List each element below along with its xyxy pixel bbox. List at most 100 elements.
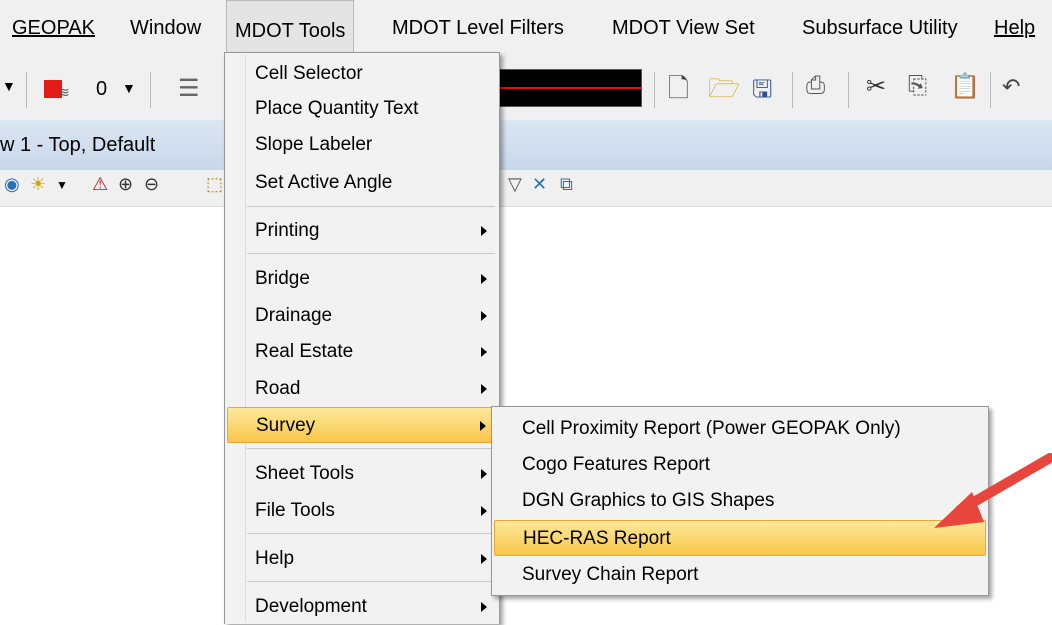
print-icon[interactable]: ⎙ [806,72,825,100]
menu-window-label: Window [130,17,202,39]
menu-item-cell-selector[interactable]: Cell Selector [227,56,497,92]
view-dropdown-icon[interactable]: ▼ [56,178,68,192]
submenu-item-survey-chain-report[interactable]: Survey Chain Report [494,557,986,593]
menu-item-road[interactable]: Road [227,371,497,407]
survey-submenu: Cell Proximity Report (Power GEOPAK Only… [491,406,989,596]
menu-item-development[interactable]: Development [227,589,497,625]
menu-window[interactable]: Window [124,14,207,42]
save-icon[interactable]: 🖫 [752,72,772,113]
paste-icon[interactable]: 📋 [950,72,980,101]
mdot-tools-menu: Cell Selector Place Quantity Text Slope … [224,52,500,624]
cut-icon[interactable]: ✂ [866,72,886,101]
menu-help-label: Help [994,17,1036,39]
menu-geopak[interactable]: GEOPAK [6,14,101,42]
lighting-icon[interactable]: ☀ [30,174,46,195]
zoom-out-icon[interactable]: ⊖ [144,174,159,195]
line-weight-preview[interactable] [497,69,642,107]
submenu-arrow-icon [481,506,487,516]
menu-item-survey[interactable]: Survey [227,407,497,443]
menu-help[interactable]: Help [988,14,1041,42]
menu-item-file-tools[interactable]: File Tools [227,493,497,529]
update-view-icon[interactable]: ⚠ [92,174,108,195]
menu-subsurface-utility-label: Subsurface Utility [802,17,958,39]
line-preview [498,87,641,89]
menu-item-label: Slope Labeler [255,134,373,155]
clip-volume-icon[interactable]: ▽ [508,174,522,195]
menu-bar: GEOPAK Window MDOT Tools MDOT Level Filt… [0,0,1052,61]
undo-icon[interactable]: ↶ [1002,74,1020,100]
new-file-icon[interactable]: 🗋 [668,70,689,114]
menu-item-set-active-angle[interactable]: Set Active Angle [227,165,497,201]
toolbar-separator [150,72,151,108]
menu-mdot-level-filters[interactable]: MDOT Level Filters [386,14,570,42]
menu-item-label: Cell Selector [255,63,363,84]
menu-item-label: Help [255,548,295,569]
menu-item-bridge[interactable]: Bridge [227,261,497,297]
submenu-item-hec-ras-report[interactable]: HEC-RAS Report [494,520,986,556]
menu-item-real-estate[interactable]: Real Estate [227,334,497,370]
submenu-arrow-icon [481,274,487,284]
submenu-item-dgn-graphics-to-gis-shapes[interactable]: DGN Graphics to GIS Shapes [494,483,986,519]
menu-separator [247,448,495,449]
toolbar-separator [990,72,991,108]
submenu-arrow-icon [481,469,487,479]
menu-item-help[interactable]: Help [227,541,497,577]
submenu-item-label: HEC-RAS Report [523,528,671,549]
menu-item-label: Place Quantity Text [255,98,419,119]
level-dropdown-icon[interactable]: ▼ [122,80,136,96]
dropdown-arrow-icon[interactable]: ▼ [2,78,16,94]
menu-item-label: Development [255,596,367,617]
menu-item-slope-labeler[interactable]: Slope Labeler [227,127,497,163]
menu-item-label: Drainage [255,305,333,326]
menu-item-label: Real Estate [255,341,354,362]
layer-icon: ≋ [58,84,70,100]
submenu-item-label: DGN Graphics to GIS Shapes [522,490,775,511]
view-attributes-icon[interactable]: ◉ [4,174,20,195]
menu-separator [247,581,495,582]
open-folder-icon[interactable]: 🗁 [708,70,740,114]
line-style-icon[interactable]: ☰ [178,74,200,103]
clip-mask-icon[interactable]: ✕ [532,174,547,195]
submenu-item-label: Survey Chain Report [522,564,699,585]
view-title-bar: w 1 - Top, Default [0,120,1052,171]
zoom-in-icon[interactable]: ⊕ [118,174,133,195]
menu-separator [247,206,495,207]
toolbar-separator [792,72,793,108]
toolbar-separator [848,72,849,108]
submenu-arrow-icon [481,554,487,564]
level-value[interactable]: 0 [96,78,107,101]
menu-mdot-tools-label: MDOT Tools [235,20,346,42]
menu-mdot-tools[interactable]: MDOT Tools [226,0,355,60]
submenu-item-cogo-features-report[interactable]: Cogo Features Report [494,447,986,483]
menu-item-label: Set Active Angle [255,172,393,193]
menu-item-drainage[interactable]: Drainage [227,298,497,334]
menu-item-label: Printing [255,220,320,241]
submenu-arrow-icon [481,311,487,321]
submenu-arrow-icon [481,384,487,394]
menu-separator [247,253,495,254]
menu-mdot-level-filters-label: MDOT Level Filters [392,17,564,39]
submenu-item-label: Cogo Features Report [522,454,710,475]
submenu-arrow-icon [480,421,486,431]
view-toolbar: ◉ ☀ ▼ ⚠ ⊕ ⊖ ⬚ ▽ ✕ ⧉ [0,170,1052,207]
menu-item-label: Survey [256,415,316,436]
menu-item-place-quantity-text[interactable]: Place Quantity Text [227,91,497,127]
menu-item-printing[interactable]: Printing [227,213,497,249]
submenu-item-label: Cell Proximity Report (Power GEOPAK Only… [522,418,901,439]
window-area-icon[interactable]: ⬚ [206,174,223,195]
menu-subsurface-utility[interactable]: Subsurface Utility [796,14,964,42]
copy-icon[interactable]: ⎘ [908,72,927,100]
menu-geopak-label: GEOPAK [12,17,95,39]
submenu-arrow-icon [481,347,487,357]
submenu-arrow-icon [481,602,487,612]
menu-item-label: Bridge [255,268,310,289]
menu-item-label: File Tools [255,500,335,521]
menu-item-label: Road [255,378,301,399]
toolbar-separator [26,72,27,108]
view-display-icon[interactable]: ⧉ [560,174,573,195]
menu-item-label: Sheet Tools [255,463,354,484]
submenu-item-cell-proximity-report[interactable]: Cell Proximity Report (Power GEOPAK Only… [494,411,986,447]
view-title: w 1 - Top, Default [0,134,156,156]
menu-mdot-view-set[interactable]: MDOT View Set [606,14,761,42]
menu-item-sheet-tools[interactable]: Sheet Tools [227,456,497,492]
